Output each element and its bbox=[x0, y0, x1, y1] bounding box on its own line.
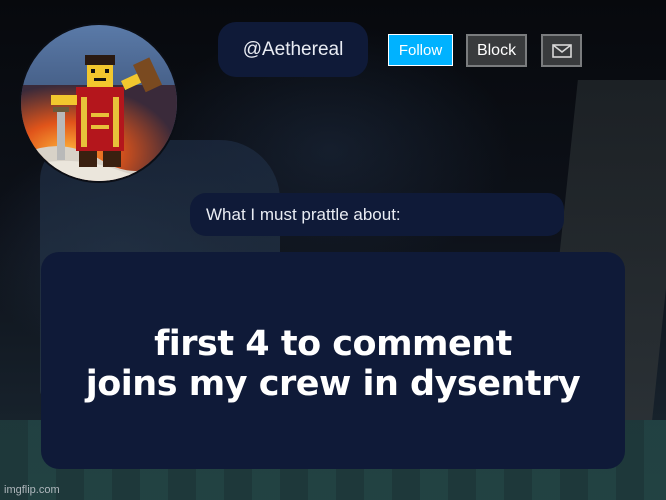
block-button[interactable]: Block bbox=[466, 34, 527, 67]
follow-button[interactable]: Follow bbox=[388, 34, 453, 66]
post-panel: first 4 to comment joins my crew in dyse… bbox=[41, 252, 625, 469]
username-handle[interactable]: @Aethereal bbox=[218, 22, 368, 77]
mail-icon bbox=[551, 43, 572, 58]
post-line-1: first 4 to comment bbox=[154, 323, 512, 364]
post-text: first 4 to comment joins my crew in dyse… bbox=[85, 323, 581, 404]
avatar[interactable] bbox=[21, 25, 177, 181]
message-button[interactable] bbox=[541, 34, 582, 67]
about-label: What I must prattle about: bbox=[190, 193, 564, 236]
watermark: imgflip.com bbox=[4, 484, 60, 496]
post-line-2: joins my crew in dysentry bbox=[85, 363, 581, 404]
avatar-image bbox=[21, 25, 177, 181]
